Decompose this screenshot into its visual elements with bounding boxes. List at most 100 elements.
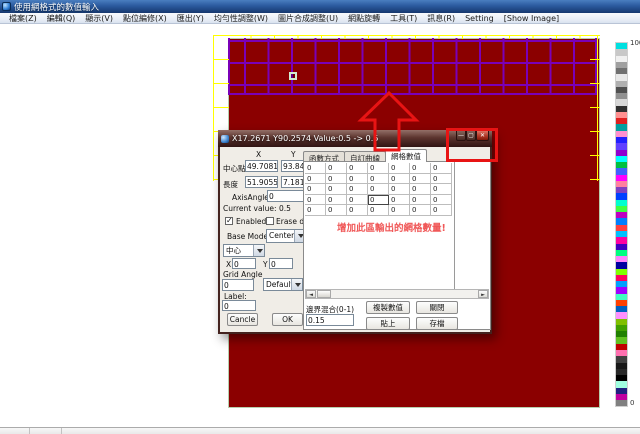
grid-cell[interactable]: 0 [368,195,389,206]
anchor-select[interactable]: 中心 [223,244,265,257]
anchor-value: 中心 [226,246,241,255]
menu-item-point-edit[interactable]: 點位編修(X) [118,13,172,24]
yellow-grid-stub [213,59,229,60]
grid-cell[interactable]: 0 [326,195,347,206]
statusbar-cell [62,428,640,434]
grid-cell[interactable]: 0 [326,174,347,185]
menu-item-view[interactable]: 顯示(V) [80,13,118,24]
menu-item-edit[interactable]: 編輯(Q) [42,13,81,24]
grid-cell[interactable]: 0 [305,184,326,195]
grid-cell[interactable]: 0 [347,205,368,216]
grid-cell[interactable]: 0 [431,174,452,185]
grid-cell[interactable]: 0 [368,184,389,195]
enabled-checkbox[interactable] [225,217,233,225]
grid-cell[interactable]: 0 [431,205,452,216]
blend-field[interactable]: 0.15 [306,314,354,326]
scroll-right-icon[interactable]: ► [478,290,488,298]
grid-cell[interactable]: 0 [326,205,347,216]
menu-item-composite-adjust[interactable]: 圖片合成調整(U) [273,13,343,24]
grid-cell[interactable]: 0 [347,174,368,185]
app-icon [2,2,11,11]
axis-angle-label: AxisAngle [232,193,269,202]
length-x-field[interactable]: 51.9055 [245,176,278,188]
grid-cell[interactable]: 0 [368,205,389,216]
length-label: 長度 [223,179,238,190]
yellow-grid-stub [590,155,600,156]
grid-cell[interactable]: 0 [347,163,368,174]
statusbar-cell [0,428,30,434]
y-offset-field[interactable]: 0 [269,258,293,269]
window-title: 使用網格式的數值輸入 [14,1,99,13]
grid-cell[interactable]: 0 [389,195,410,206]
grid-angle-mode-value: Default [266,280,293,289]
grid-cell[interactable]: 0 [326,163,347,174]
red-arrow-annotation [353,86,423,154]
grid-cell[interactable]: 0 [431,195,452,206]
menu-item-setting[interactable]: Setting [460,14,499,23]
grid-cell[interactable]: 0 [410,195,431,206]
grid-cell[interactable]: 0 [347,195,368,206]
grid-cell[interactable]: 0 [305,174,326,185]
copy-values-button[interactable]: 複製數值 [366,301,410,314]
paste-button[interactable]: 貼上 [366,317,410,330]
palette-band [616,400,627,406]
grid-cell[interactable]: 0 [389,174,410,185]
grid-cell[interactable]: 0 [410,163,431,174]
current-point-marker [289,72,297,80]
yellow-grid-stub [590,179,600,180]
grid-cell[interactable]: 0 [368,163,389,174]
grid-cell[interactable]: 0 [410,205,431,216]
grid-cell[interactable]: 0 [389,205,410,216]
grid-cell[interactable]: 0 [326,184,347,195]
menu-item-dot-rotate[interactable]: 網點旋轉 [343,13,385,24]
center-x-field[interactable]: 49.7081 [245,160,278,172]
yellow-grid-stub [590,131,600,132]
grid-cell[interactable]: 0 [305,205,326,216]
grid-cell[interactable]: 0 [410,174,431,185]
scroll-left-icon[interactable]: ◄ [306,290,316,298]
value-grid: 00000000000000000000000000000000000 [305,163,452,216]
save-button[interactable]: 存檔 [416,317,458,330]
grid-cell[interactable]: 0 [389,163,410,174]
grid-cell[interactable]: 0 [389,184,410,195]
menu-item-tools[interactable]: 工具(T) [385,13,422,24]
menu-item-message[interactable]: 訊息(R) [422,13,460,24]
dialog-icon [221,135,229,143]
horizontal-scrollbar[interactable]: ◄ ► [305,289,489,299]
x-offset-field[interactable]: 0 [232,258,256,269]
menu-item-uniformity-adjust[interactable]: 均勻性調整(W) [209,13,273,24]
base-mode-select[interactable]: Center [266,229,306,243]
grid-cell[interactable]: 0 [431,163,452,174]
x-label: X [226,260,231,269]
red-rectangle-annotation [446,128,498,162]
menu-item-file[interactable]: 檔案(Z) [4,13,42,24]
window-titlebar: 使用網格式的數值輸入 [0,0,640,13]
column-header-y: Y [291,150,296,159]
y-label: Y [263,260,268,269]
grid-cell[interactable]: 0 [368,174,389,185]
scrollbar-groove[interactable] [331,290,478,298]
enabled-label: Enabled [236,217,266,226]
grid-angle-field[interactable]: 0 [222,279,254,291]
status-bar [0,427,640,434]
base-mode-label: Base Mode [227,232,268,241]
erase-dots-checkbox[interactable] [266,217,274,225]
grid-cell[interactable]: 0 [431,184,452,195]
menu-item-show-image[interactable]: [Show Image] [499,14,564,23]
column-header-x: X [256,150,261,159]
yellow-grid-left-line [213,35,214,181]
menu-bar: 檔案(Z)編輯(Q)顯示(V)點位編修(X)匯出(Y)均勻性調整(W)圖片合成調… [0,13,640,24]
grid-cell[interactable]: 0 [347,184,368,195]
scrollbar-thumb[interactable] [317,290,331,298]
ok-button[interactable]: OK [272,313,303,326]
grid-cell[interactable]: 0 [305,163,326,174]
label-field[interactable]: 0 [222,300,256,311]
current-value-label: Current value: 0.5 [223,204,291,213]
axis-angle-field[interactable]: 0 [267,190,305,202]
cancel-button[interactable]: Cancle [227,313,258,326]
close-dialog-button[interactable]: 關閉 [416,301,458,314]
grid-cell[interactable]: 0 [305,195,326,206]
menu-item-export[interactable]: 匯出(Y) [172,13,209,24]
grid-angle-mode-select[interactable]: Default [263,278,303,291]
grid-cell[interactable]: 0 [410,184,431,195]
